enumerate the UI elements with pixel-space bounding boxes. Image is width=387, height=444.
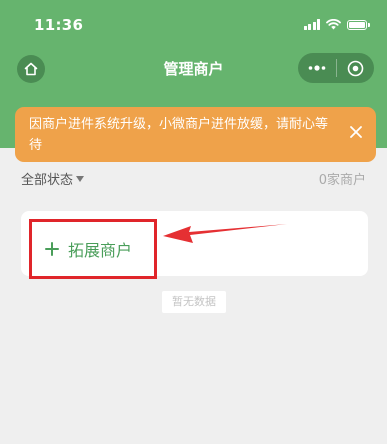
mini-program-capsule: [298, 53, 374, 83]
close-icon[interactable]: [348, 124, 364, 140]
close-mini-program-button[interactable]: [337, 53, 374, 83]
more-button[interactable]: [298, 53, 336, 83]
status-filter-label: 全部状态: [21, 173, 74, 188]
more-icon: [308, 65, 326, 71]
notice-text: 因商户进件系统升级，小微商户进件放缓，请耐心等待: [29, 117, 329, 153]
status-bar: 11:36: [0, 0, 387, 46]
expand-merchant-label: 拓展商户: [68, 241, 133, 260]
filter-row: 全部状态 0家商户: [21, 169, 366, 189]
nav-bar: 管理商户: [0, 46, 387, 90]
empty-state-label: 暂无数据: [162, 291, 226, 313]
target-icon: [347, 60, 364, 76]
wifi-icon: [326, 19, 341, 30]
plus-icon: [45, 242, 59, 256]
status-filter-dropdown[interactable]: 全部状态: [21, 169, 85, 188]
notice-banner: 因商户进件系统升级，小微商户进件放缓，请耐心等待: [15, 107, 376, 162]
signal-icon: [303, 19, 320, 30]
battery-icon: [347, 19, 370, 30]
status-icons: [303, 19, 370, 30]
status-time: 11:36: [34, 16, 84, 34]
caret-down-icon: [76, 176, 85, 182]
expand-merchant-button[interactable]: 拓展商户: [29, 219, 157, 279]
merchant-count: 0家商户: [318, 173, 366, 188]
